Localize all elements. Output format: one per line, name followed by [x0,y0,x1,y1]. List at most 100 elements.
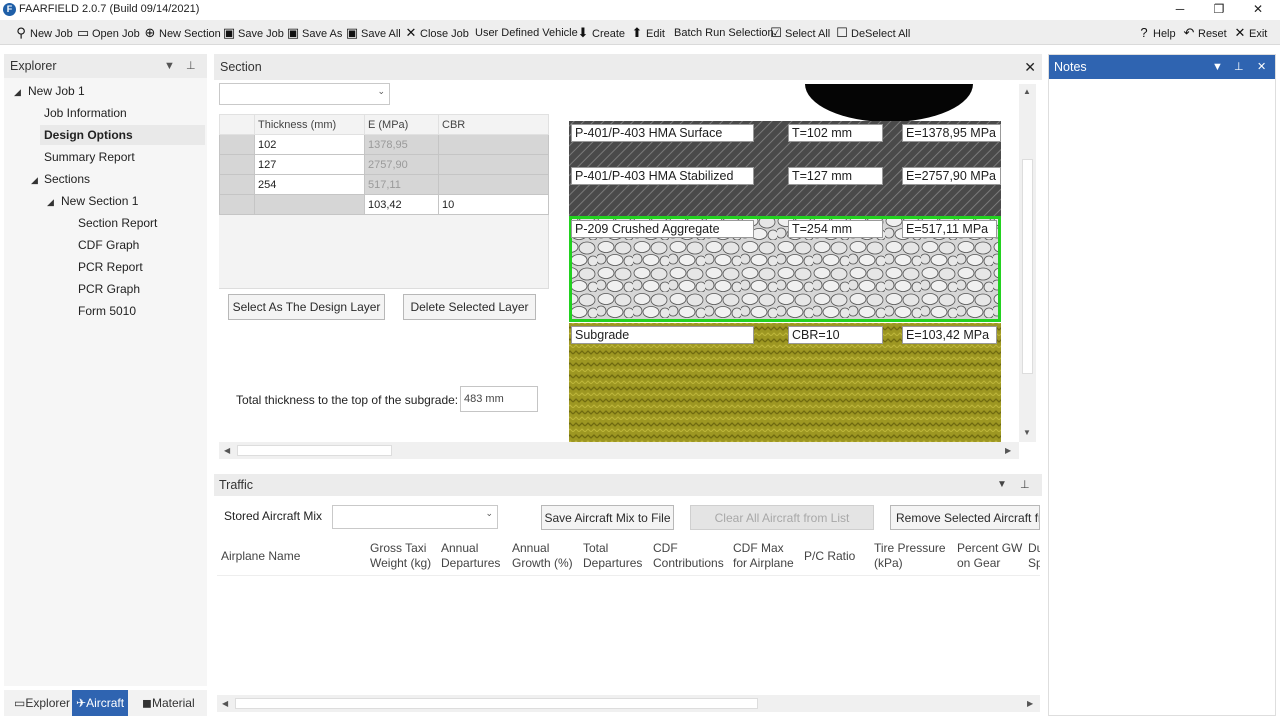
section-horizontal-scrollbar[interactable]: ◀ ▶ [219,442,1019,459]
user-defined-vehicle-button[interactable]: User Defined Vehicle [475,23,578,43]
restore-button[interactable]: ❐ [1199,0,1239,20]
reset-button[interactable]: ↶ Reset [1182,23,1227,43]
col-cdf-contributions[interactable]: CDF Contributions [653,541,724,571]
col-label-line2: Weight (kg) [370,556,432,570]
select-all-button[interactable]: ☑ Select All [769,23,830,43]
tree-item-pcr-graph[interactable]: PCR Graph [78,279,140,299]
table-cell[interactable]: 10 [438,194,549,215]
save-all-button[interactable]: ▣ Save All [345,23,401,43]
close-icon[interactable]: ✕ [1257,55,1266,79]
tree-item-pcr-report[interactable]: PCR Report [78,257,143,277]
scroll-thumb[interactable] [237,445,392,456]
row-header[interactable] [219,154,255,175]
col-label-line2: (kPa) [874,556,903,570]
tree-item-form-5010[interactable]: Form 5010 [78,301,136,321]
table-cell[interactable]: 103,42 [364,194,439,215]
table-cell [438,154,549,175]
table-cell [254,194,365,215]
pin-icon[interactable]: ⊥ [1020,474,1030,496]
delete-layer-button[interactable]: Delete Selected Layer [403,294,536,320]
reset-label: Reset [1198,28,1227,40]
section-close-button[interactable]: ✕ [1024,54,1036,80]
scroll-thumb[interactable] [235,698,758,709]
notes-textarea[interactable] [1049,79,1275,715]
tree-item-cdf-graph[interactable]: CDF Graph [78,235,139,255]
tree-expand-section-icon[interactable]: ◢ [47,197,54,208]
help-label: Help [1153,28,1176,40]
dropdown-arrow-icon[interactable]: ▼ [1212,55,1223,79]
col-total-departures[interactable]: Total Departures [583,541,642,571]
tree-item-sections[interactable]: Sections [44,169,90,189]
save-aircraft-mix-button[interactable]: Save Aircraft Mix to File [541,505,674,530]
col-dual-spacing[interactable]: DuSp [1028,541,1040,571]
table-row[interactable]: 102 1378,95 [219,134,549,155]
aircraft-list[interactable] [217,577,1040,694]
table-cell[interactable]: 254 [254,174,365,195]
open-job-button[interactable]: ▭ Open Job [76,23,140,43]
table-row[interactable]: 254 517,11 [219,174,549,195]
dropdown-arrow-icon[interactable]: ▼ [164,54,175,78]
col-annual-growth[interactable]: Annual Growth (%) [512,541,573,571]
traffic-horizontal-scrollbar[interactable]: ◀ ▶ [217,695,1040,712]
tab-material[interactable]: ◼Material [138,690,199,716]
new-job-button[interactable]: ⚲ New Job [14,23,73,43]
tab-material-label: Material [151,696,195,710]
tree-expand-sections-icon[interactable]: ◢ [31,175,38,186]
tree-item-section-report[interactable]: Section Report [78,213,157,233]
batch-run-selection-button[interactable]: Batch Run Selection [674,23,774,43]
col-airplane-name[interactable]: Airplane Name [221,549,300,564]
edit-button[interactable]: ⬆ Edit [630,23,665,43]
scroll-right-icon[interactable]: ▶ [1005,446,1011,455]
scroll-up-icon[interactable]: ▲ [1023,87,1031,96]
pin-icon[interactable]: ⊥ [186,54,196,78]
exit-button[interactable]: ✕ Exit [1233,23,1268,43]
col-gross-taxi-weight[interactable]: Gross Taxi Weight (kg) [370,541,431,571]
table-row[interactable]: 127 2757,90 [219,154,549,175]
minimize-button[interactable]: ─ [1160,0,1200,20]
stored-aircraft-mix-dropdown[interactable]: ⌄ [332,505,498,529]
close-job-button[interactable]: ✕ Close Job [404,23,469,43]
table-cell[interactable]: 102 [254,134,365,155]
table-cell[interactable]: 127 [254,154,365,175]
pin-icon[interactable]: ⊥ [1234,55,1244,79]
col-label-line1: Annual [441,541,479,555]
row-header[interactable] [219,174,255,195]
col-percent-gw[interactable]: Percent GW on Gear [957,541,1022,571]
col-tire-pressure[interactable]: Tire Pressure (kPa) [874,541,946,571]
diagram-vertical-scrollbar[interactable]: ▲ ▼ [1019,84,1036,442]
col-airplane-name-label: Airplane Name [221,549,301,563]
close-icon: ✕ [405,25,417,40]
layer-thickness-label: T=127 mm [788,167,883,185]
close-window-button[interactable]: ✕ [1238,0,1278,20]
layer-modulus-label: E=517,11 MPa [902,220,997,238]
section-layer-dropdown[interactable]: ⌄ [219,83,390,105]
create-button[interactable]: ⬇ Create [576,23,625,43]
save-as-button[interactable]: ▣ Save As [286,23,343,43]
new-section-button[interactable]: ⊕ New Section [143,23,221,43]
tree-item-summary-report[interactable]: Summary Report [44,147,135,167]
scroll-thumb[interactable] [1022,159,1033,374]
col-pc-ratio[interactable]: P/C Ratio [804,549,855,564]
scroll-left-icon[interactable]: ◀ [224,446,230,455]
scroll-right-icon[interactable]: ▶ [1027,699,1033,708]
select-design-layer-button[interactable]: Select As The Design Layer [228,294,385,320]
col-cdf-max[interactable]: CDF Max for Airplane [733,541,794,571]
tab-explorer[interactable]: ▭Explorer [10,690,74,716]
tree-expand-job-icon[interactable]: ◢ [14,87,21,98]
help-button[interactable]: ? Help [1137,23,1176,43]
table-row[interactable]: 103,42 10 [219,194,549,215]
tree-item-job[interactable]: New Job 1 [28,81,85,101]
col-annual-departures[interactable]: Annual Departures [441,541,500,571]
deselect-all-button[interactable]: ☐ DeSelect All [835,23,910,43]
remove-selected-aircraft-button[interactable]: Remove Selected Aircraft fro [890,505,1040,530]
scroll-down-icon[interactable]: ▼ [1023,428,1031,437]
tab-aircraft[interactable]: ✈Aircraft [72,690,129,716]
save-job-button[interactable]: ▣ Save Job [222,23,284,43]
row-header[interactable] [219,194,255,215]
row-header[interactable] [219,134,255,155]
tree-item-job-information[interactable]: Job Information [44,103,127,123]
dropdown-arrow-icon[interactable]: ▼ [997,474,1007,496]
tree-item-section[interactable]: New Section 1 [61,191,138,211]
scroll-left-icon[interactable]: ◀ [222,699,228,708]
tree-item-design-options[interactable]: Design Options [40,125,205,145]
